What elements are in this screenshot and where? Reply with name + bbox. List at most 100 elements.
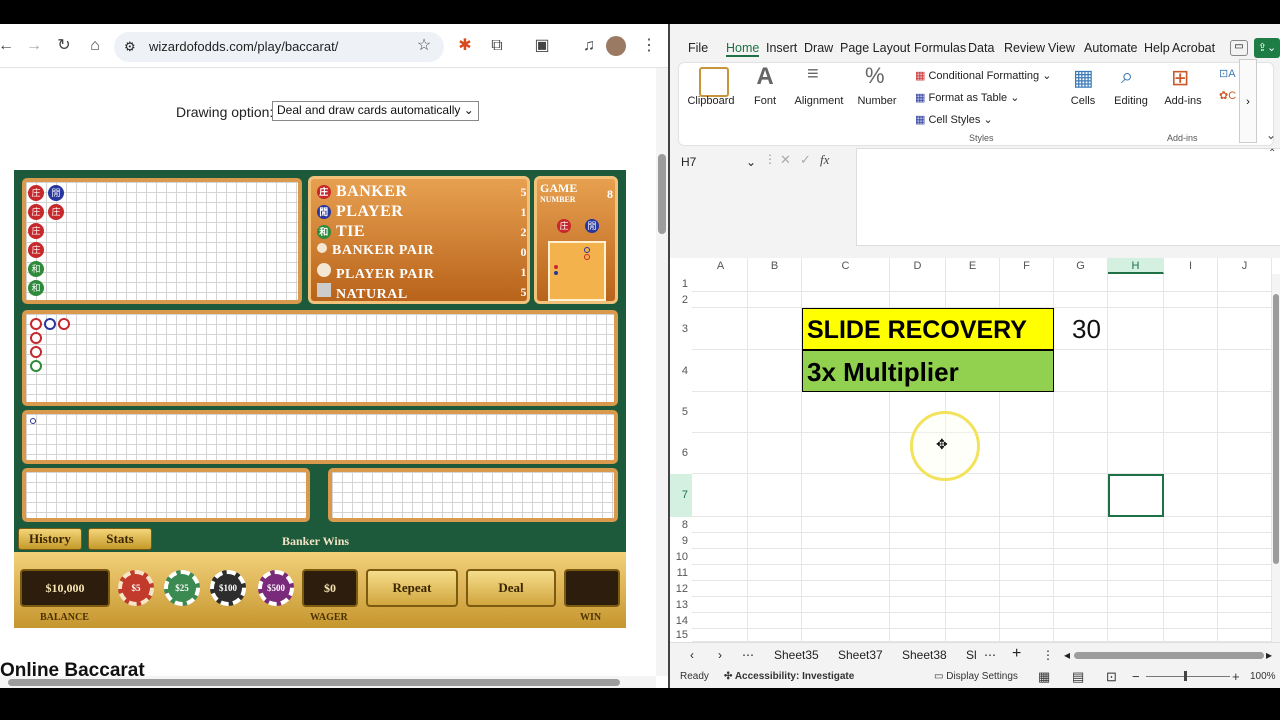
search-icon[interactable]: ⌕ — [1121, 63, 1133, 89]
row-header-9[interactable]: 9 — [670, 533, 692, 549]
site-info-icon[interactable]: ⚙ — [124, 32, 136, 62]
zoom-level[interactable]: 100% — [1250, 671, 1276, 682]
sheet-tab[interactable]: Sheet37 — [838, 648, 883, 662]
deal-button[interactable]: Deal — [466, 569, 556, 607]
sheet-tab[interactable]: Sheet35 — [774, 648, 819, 662]
addins-icon[interactable]: ⊞ — [1171, 65, 1189, 91]
row-header-2[interactable]: 2 — [670, 292, 692, 308]
alignment-button[interactable]: Alignment — [791, 95, 847, 107]
cast-icon[interactable]: ▣ — [530, 34, 554, 58]
page-break-view-icon[interactable]: ⊡ — [1106, 669, 1117, 685]
chip-100[interactable]: $100 — [210, 570, 246, 606]
menu-tab-acrobat[interactable]: Acrobat — [1172, 41, 1215, 55]
menu-dots-icon[interactable]: ⋮ — [637, 34, 661, 58]
font-button[interactable]: Font — [745, 95, 785, 107]
column-header-d[interactable]: D — [890, 258, 946, 274]
page-layout-view-icon[interactable]: ▤ — [1072, 669, 1084, 685]
more-sheets-icon[interactable]: ⋯ — [742, 648, 754, 662]
menu-tab-automate[interactable]: Automate — [1084, 41, 1138, 55]
row-header-6[interactable]: 6 — [670, 433, 692, 474]
clipboard-icon[interactable] — [699, 67, 729, 97]
menu-tab-draw[interactable]: Draw — [804, 41, 833, 55]
alignment-icon[interactable]: ≡ — [807, 63, 819, 86]
conditional-formatting-button[interactable]: ▦ Conditional Formatting ⌄ — [915, 69, 1051, 82]
sheet-tab[interactable]: Sl — [966, 648, 977, 662]
row-header-11[interactable]: 11 — [670, 565, 692, 581]
row-header-5[interactable]: 5 — [670, 392, 692, 433]
scroll-right-icon[interactable]: ▸ — [1266, 648, 1272, 662]
row-header-1[interactable]: 1 — [670, 276, 692, 292]
column-header-i[interactable]: I — [1164, 258, 1218, 274]
menu-tab-file[interactable]: File — [688, 41, 708, 55]
stats-button[interactable]: Stats — [88, 528, 152, 550]
editing-button[interactable]: Editing — [1109, 95, 1153, 107]
copilot-icon[interactable]: ✿C — [1219, 89, 1236, 102]
display-settings[interactable]: ▭ Display Settings — [934, 671, 1018, 682]
comment-icon[interactable]: ▭ — [1230, 40, 1248, 56]
menu-tab-formulas[interactable]: Formulas — [914, 41, 966, 55]
ribbon-scroll-button[interactable]: › — [1239, 59, 1257, 143]
collapse-ribbon-icon[interactable]: ⌄ — [1266, 128, 1276, 142]
cells-button[interactable]: Cells — [1065, 95, 1101, 107]
history-button[interactable]: History — [18, 528, 82, 550]
home-icon[interactable]: ⌂ — [83, 34, 107, 58]
row-header-4[interactable]: 4 — [670, 350, 692, 392]
profile-avatar[interactable] — [606, 36, 626, 56]
chip-25[interactable]: $25 — [164, 570, 200, 606]
chip-500[interactable]: $500 — [258, 570, 294, 606]
extensions-puzzle-icon[interactable]: ⧉ — [485, 34, 509, 58]
add-sheet-icon[interactable]: + — [1012, 645, 1021, 663]
insert-function-icon[interactable]: fx — [820, 152, 829, 168]
address-bar[interactable]: ⚙ wizardofodds.com/play/baccarat/ — [114, 32, 444, 62]
zoom-slider-thumb[interactable] — [1184, 671, 1187, 681]
menu-tab-home[interactable]: Home — [726, 41, 760, 57]
row-header-13[interactable]: 13 — [670, 597, 692, 613]
cell-g3[interactable]: 30 — [1072, 308, 1101, 350]
menu-tab-page-layout[interactable]: Page Layout — [840, 41, 910, 55]
menu-tab-help[interactable]: Help — [1144, 41, 1170, 55]
row-header-12[interactable]: 12 — [670, 581, 692, 597]
column-header-h[interactable]: H — [1108, 258, 1164, 274]
sheet-scroll-thumb[interactable] — [1273, 294, 1279, 564]
cell-c4-multiplier[interactable]: 3x Multiplier — [802, 350, 1054, 392]
menu-tab-insert[interactable]: Insert — [766, 41, 797, 55]
addins-button[interactable]: Add-ins — [1161, 95, 1205, 107]
active-cell-h7[interactable] — [1108, 474, 1164, 517]
reload-icon[interactable]: ↻ — [52, 34, 76, 58]
vertical-scrollbar[interactable] — [656, 68, 668, 676]
column-header-g[interactable]: G — [1054, 258, 1108, 274]
cells-icon[interactable]: ▦ — [1073, 65, 1094, 91]
formula-drag-handle[interactable]: ⋮ — [764, 152, 776, 166]
sheet-options-icon[interactable]: ⋮ — [1042, 648, 1054, 662]
forward-icon[interactable]: → — [22, 34, 46, 58]
menu-tab-review[interactable]: Review — [1004, 41, 1045, 55]
horizontal-sheet-scroll[interactable] — [1074, 652, 1264, 659]
scroll-thumb[interactable] — [658, 154, 666, 234]
cancel-icon[interactable]: ✕ — [780, 152, 791, 168]
sheet-vertical-scrollbar[interactable] — [1272, 274, 1280, 642]
format-as-table-button[interactable]: ▦ Format as Table ⌄ — [915, 91, 1019, 104]
column-header-c[interactable]: C — [802, 258, 890, 274]
column-header-a[interactable]: A — [694, 258, 748, 274]
extension-icon[interactable]: ✱ — [453, 34, 477, 58]
row-header-3[interactable]: 3 — [670, 308, 692, 350]
share-button[interactable]: ⇪⌄ — [1254, 38, 1280, 58]
cell-styles-button[interactable]: ▦ Cell Styles ⌄ — [915, 113, 993, 126]
formula-input[interactable] — [856, 148, 1280, 246]
clipboard-button[interactable]: Clipboard — [685, 95, 737, 107]
zoom-in-icon[interactable]: + — [1232, 669, 1240, 684]
zoom-out-icon[interactable]: − — [1132, 669, 1140, 684]
row-header-7[interactable]: 7 — [670, 474, 692, 517]
name-box[interactable]: H7 ⌄ — [678, 152, 758, 172]
next-sheet-icon[interactable]: › — [718, 648, 722, 662]
column-header-b[interactable]: B — [748, 258, 802, 274]
back-icon[interactable]: ← — [0, 34, 18, 58]
drawing-option-select[interactable]: Deal and draw cards automatically ⌄ — [272, 101, 479, 121]
sheet-tab[interactable]: Sheet38 — [902, 648, 947, 662]
row-header-8[interactable]: 8 — [670, 517, 692, 533]
column-header-e[interactable]: E — [946, 258, 1000, 274]
collapse-formula-icon[interactable]: ⌃ — [1268, 148, 1276, 159]
font-icon[interactable]: A — [753, 63, 777, 91]
accessibility-status[interactable]: ✣ Accessibility: Investigate — [724, 671, 854, 682]
menu-tab-view[interactable]: View — [1048, 41, 1075, 55]
